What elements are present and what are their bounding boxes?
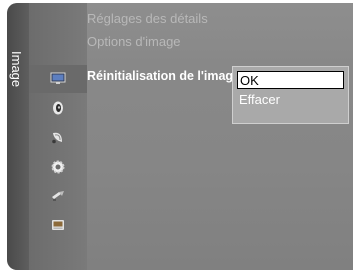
category-tab: Image <box>7 3 29 270</box>
picture-icon[interactable] <box>50 70 66 86</box>
reset-options-popup: OK Effacer <box>232 66 349 124</box>
menu-item-detail-settings[interactable]: Réglages des détails <box>87 11 208 26</box>
menu-item-picture-options[interactable]: Options d'image <box>87 34 181 49</box>
menu-item-picture-reset[interactable]: Réinitialisation de l'image <box>87 69 240 83</box>
satellite-dish-icon[interactable] <box>50 129 66 145</box>
application-icon[interactable] <box>50 217 66 233</box>
category-tab-label: Image <box>9 51 24 88</box>
sound-icon[interactable] <box>50 100 66 116</box>
input-icon[interactable] <box>50 188 66 204</box>
gear-icon[interactable] <box>50 159 66 175</box>
category-icon-column <box>29 3 87 270</box>
tv-screen: Image Réglages des détails Options d'ima… <box>0 0 354 273</box>
popup-option-ok[interactable]: OK <box>237 71 344 89</box>
popup-option-clear[interactable]: Effacer <box>237 91 344 109</box>
